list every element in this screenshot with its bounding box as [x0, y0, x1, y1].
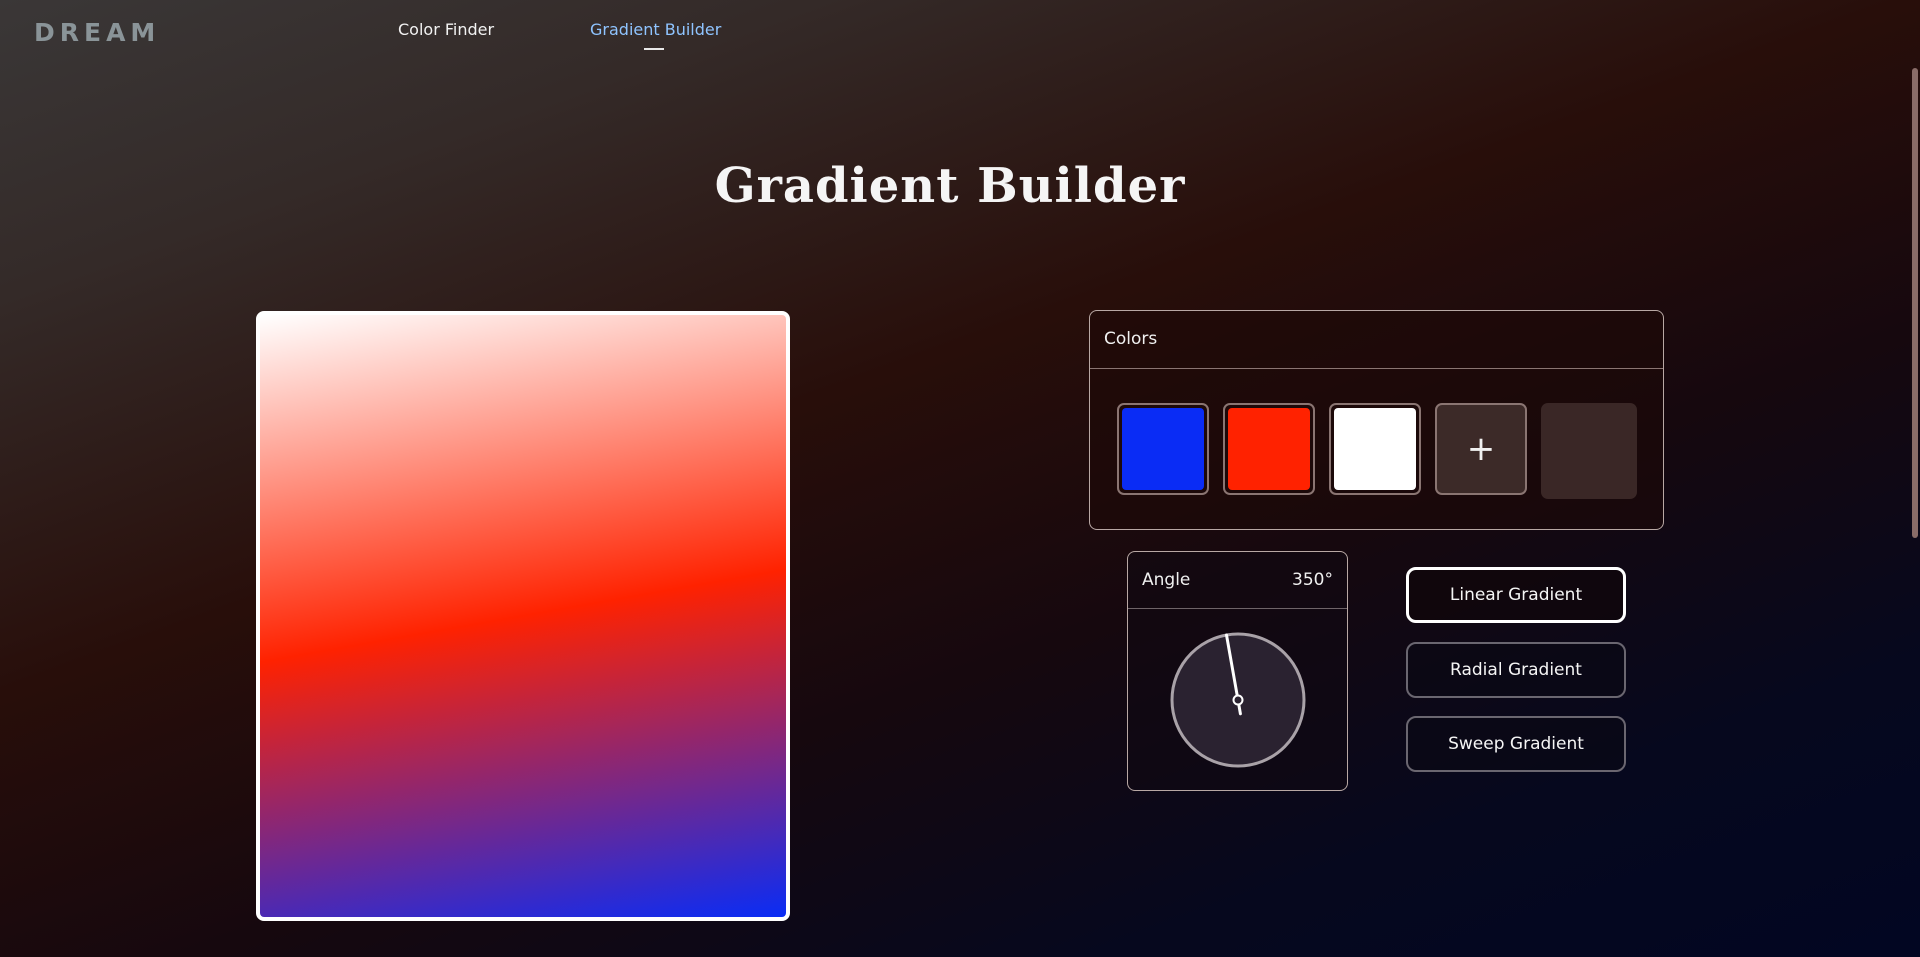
- top-navigation-bar: DREAM Color Finder Gradient Builder: [0, 0, 1920, 60]
- angle-panel: Angle 350°: [1127, 551, 1348, 791]
- gradient-preview: [256, 311, 790, 921]
- color-swatch-blue[interactable]: [1117, 403, 1209, 495]
- nav-gradient-builder[interactable]: Gradient Builder: [590, 20, 721, 39]
- angle-label: Angle: [1142, 570, 1191, 590]
- color-swatch-white[interactable]: [1329, 403, 1421, 495]
- nav-color-finder[interactable]: Color Finder: [398, 20, 494, 39]
- plus-icon: +: [1466, 429, 1496, 469]
- page-title: Gradient Builder: [714, 158, 1186, 214]
- angle-dial[interactable]: [1170, 632, 1306, 768]
- angle-value: 350°: [1292, 570, 1333, 590]
- swatch-fill: [1122, 408, 1204, 490]
- empty-swatch-slot: [1541, 403, 1637, 499]
- page-scrollbar[interactable]: [1912, 68, 1918, 538]
- dial-center: [1232, 694, 1244, 706]
- colors-panel: Colors +: [1089, 310, 1664, 530]
- swatch-fill: [1334, 408, 1416, 490]
- swatch-fill: [1228, 408, 1310, 490]
- colors-panel-title: Colors: [1104, 329, 1158, 349]
- active-nav-indicator: [644, 48, 664, 50]
- dream-logo[interactable]: DREAM: [34, 18, 160, 47]
- color-swatch-red[interactable]: [1223, 403, 1315, 495]
- add-color-button[interactable]: +: [1435, 403, 1527, 495]
- linear-gradient-button[interactable]: Linear Gradient: [1406, 567, 1626, 623]
- sweep-gradient-button[interactable]: Sweep Gradient: [1406, 716, 1626, 772]
- panel-divider: [1128, 608, 1347, 609]
- radial-gradient-button[interactable]: Radial Gradient: [1406, 642, 1626, 698]
- panel-divider: [1090, 368, 1663, 369]
